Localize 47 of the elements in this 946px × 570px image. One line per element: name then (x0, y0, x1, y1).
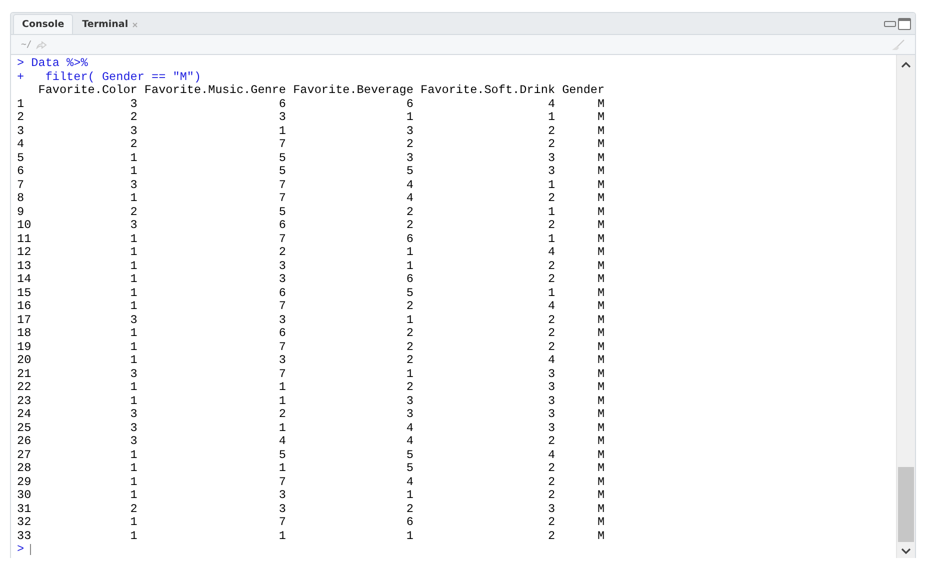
close-icon[interactable] (132, 22, 138, 28)
table-row: 20 1 3 2 4 M (17, 354, 605, 368)
table-row: 11 1 7 6 1 M (17, 232, 605, 246)
table-row: 13 1 3 1 2 M (17, 260, 605, 273)
text-cursor (30, 544, 32, 556)
scroll-down-icon[interactable] (901, 548, 911, 555)
table-row: 5 1 5 3 3 M (17, 152, 605, 165)
table-row: 27 1 5 5 4 M (17, 448, 605, 462)
table-row: 16 1 7 2 4 M (17, 300, 605, 314)
table-row: 21 3 7 1 3 M (17, 368, 605, 381)
table-row: 33 1 1 1 2 M (17, 530, 605, 543)
table-row: 10 3 6 2 2 M (17, 219, 605, 232)
scroll-up-icon[interactable] (901, 61, 911, 68)
table-row: 4 2 7 2 2 M (17, 138, 605, 152)
table-row: 18 1 6 2 2 M (17, 327, 605, 340)
tab[interactable]: Console (13, 14, 74, 34)
table-row: 23 1 1 3 3 M (17, 394, 605, 408)
table-row: 29 1 7 4 2 M (17, 476, 605, 489)
table-row: 28 1 1 5 2 M (17, 462, 605, 476)
command-line: + filter( Gender == "M") (17, 70, 202, 84)
table-row: 3 3 1 3 2 M (17, 124, 605, 138)
table-row: 19 1 7 2 2 M (17, 340, 605, 354)
table-row: 24 3 2 3 3 M (17, 408, 605, 422)
table-row: 9 2 5 2 1 M (17, 206, 605, 219)
table-row: 12 1 2 1 4 M (17, 246, 605, 260)
maximize-icon[interactable] (898, 18, 911, 30)
table-row: 26 3 4 4 2 M (17, 435, 605, 448)
table-row: 31 2 3 2 3 M (17, 502, 605, 516)
table-row: 17 3 3 1 2 M (17, 314, 605, 327)
command-line: > Data %>% (17, 57, 88, 70)
table-header: Favorite.Color Favorite.Music.Genre Favorite.Beverage Favorite.Soft.Drink Gender (37, 84, 605, 98)
table-row: 15 1 6 5 1 M (17, 286, 605, 300)
table-row: 7 3 7 4 1 M (17, 178, 605, 192)
table-row: 22 1 1 2 3 M (17, 381, 605, 394)
scrollbar-thumb[interactable] (898, 467, 914, 542)
working-directory: ~/ (21, 40, 32, 50)
table-row: 8 1 7 4 2 M (17, 192, 605, 206)
table-row: 6 1 5 5 3 M (17, 165, 605, 178)
table-row: 14 1 3 6 2 M (17, 273, 605, 286)
input-prompt: > (17, 543, 24, 556)
minimize-icon[interactable] (884, 21, 896, 27)
table-row: 30 1 3 1 2 M (17, 489, 605, 502)
table-row: 1 3 6 6 4 M (17, 98, 605, 111)
table-row: 2 2 3 1 1 M (17, 111, 605, 124)
table-row: 25 3 1 4 3 M (17, 422, 605, 435)
table-row: 32 1 7 6 2 M (17, 516, 605, 530)
tab[interactable]: Terminal (73, 14, 148, 34)
